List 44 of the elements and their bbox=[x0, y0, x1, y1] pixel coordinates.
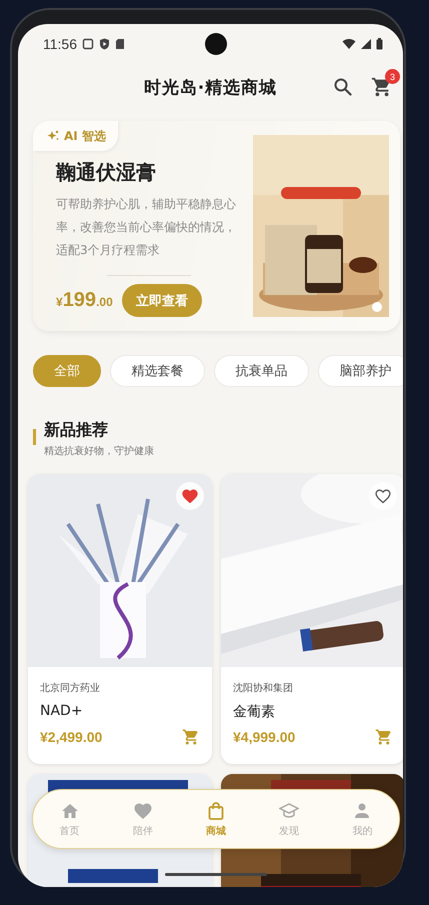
shield-icon bbox=[99, 38, 110, 50]
sparkle-icon bbox=[47, 130, 59, 142]
category-chip[interactable]: 抗衰单品 bbox=[214, 355, 309, 387]
page-title: 时光岛·精选商城 bbox=[144, 77, 278, 99]
cart-count-badge: 3 bbox=[385, 69, 400, 84]
section-title: 新品推荐 bbox=[44, 419, 109, 441]
product-brand: 沈阳协和集团 bbox=[233, 682, 294, 695]
signal-icon bbox=[360, 38, 372, 50]
product-name: 金葡素 bbox=[233, 703, 276, 721]
screen-record-icon bbox=[82, 38, 94, 50]
nav-tab[interactable]: 首页 bbox=[40, 800, 100, 838]
product-price: ¥4,999.00 bbox=[233, 729, 296, 745]
product-price: ¥2,499.00 bbox=[40, 729, 102, 745]
camera-icon bbox=[205, 33, 227, 55]
category-chip[interactable]: 精选套餐 bbox=[110, 355, 205, 387]
product-price: ¥199.00 bbox=[56, 289, 113, 312]
nav-tab[interactable]: 陪伴 bbox=[112, 800, 173, 838]
product-brand: 北京同方药业 bbox=[40, 682, 101, 695]
status-time: 11:56 bbox=[43, 36, 77, 52]
ai-pick-tag: AI 智选 bbox=[33, 121, 118, 151]
shopping-bag-icon bbox=[206, 800, 226, 820]
heart-icon bbox=[374, 488, 392, 504]
nav-tab[interactable]: 我的 bbox=[332, 800, 392, 838]
banner-card[interactable]: AI 智选 鞠通伏湿膏 可帮助养护心肌，辅助平稳静息心率，改善您当前心率偏快的情况，适配3个月疗程需求 ¥199.00 立即查看 bbox=[33, 121, 400, 331]
section-subtitle: 精选抗衰好物，守护健康 bbox=[44, 444, 154, 458]
add-to-cart-icon[interactable] bbox=[182, 728, 200, 746]
nav-tab[interactable]: 发现 bbox=[259, 800, 320, 838]
product-description: 可帮助养护心肌，辅助平稳静息心率，改善您当前心率偏快的情况，适配3个月疗程需求 bbox=[56, 196, 237, 259]
category-chip[interactable]: 全部 bbox=[33, 355, 101, 387]
product-title: 鞠通伏湿膏 bbox=[56, 159, 157, 186]
view-now-button[interactable]: 立即查看 bbox=[122, 284, 202, 317]
category-chip[interactable]: 脑部养护 bbox=[318, 355, 403, 387]
battery-icon bbox=[376, 38, 383, 50]
heart-icon bbox=[132, 800, 153, 820]
search-icon[interactable] bbox=[333, 77, 353, 97]
product-card[interactable]: 沈阳协和集团 金葡素 ¥4,999.00 bbox=[221, 474, 403, 764]
heart-icon bbox=[181, 488, 199, 504]
add-to-cart-icon[interactable] bbox=[375, 728, 393, 746]
sd-card-icon bbox=[115, 38, 125, 50]
nav-tab[interactable]: 商城 bbox=[186, 800, 246, 838]
graduation-cap-icon bbox=[279, 800, 300, 820]
product-card[interactable]: 北京同方药业 NAD+ ¥2,499.00 bbox=[28, 474, 212, 764]
wifi-icon bbox=[342, 38, 356, 50]
product-name: NAD+ bbox=[40, 703, 84, 719]
